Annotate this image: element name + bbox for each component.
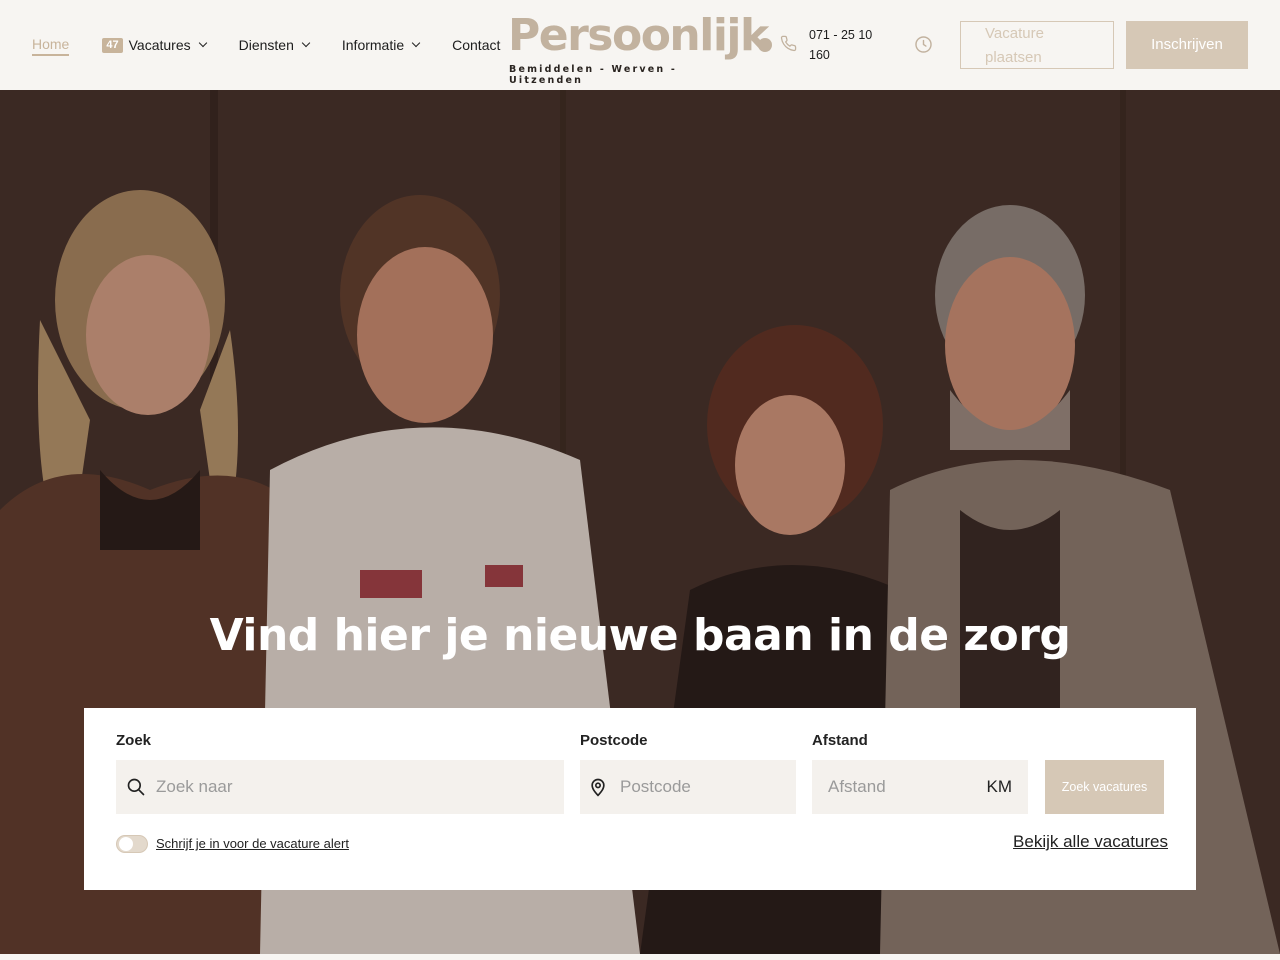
postcode-field[interactable] xyxy=(580,760,796,814)
query-field[interactable] xyxy=(116,760,564,814)
post-vacancy-button[interactable]: Vacature plaatsen xyxy=(960,21,1114,69)
chevron-down-icon xyxy=(198,38,207,48)
search-submit-button[interactable]: Zoek vacatures xyxy=(1045,760,1164,814)
vacancy-search-card: Zoek Postcode Afstand KM Zoek vacatures … xyxy=(84,708,1196,890)
nav-item-home[interactable]: Home xyxy=(32,34,70,56)
clock-icon xyxy=(915,36,932,53)
distance-input[interactable] xyxy=(828,777,987,797)
location-pin-icon xyxy=(591,778,605,797)
distance-label: Afstand xyxy=(812,732,868,749)
chevron-down-icon xyxy=(301,38,311,48)
postcode-label: Postcode xyxy=(580,732,648,749)
hero-title: Vind hier je nieuwe baan in de zorg xyxy=(209,610,1071,661)
search-input[interactable] xyxy=(156,777,564,797)
vacancy-alert-label[interactable]: Schrijf je in voor de vacature alert xyxy=(156,836,349,851)
logo-dot xyxy=(758,38,772,52)
bottom-strip xyxy=(0,954,1280,960)
nav-item-vacatures[interactable]: 47 Vacatures xyxy=(102,33,207,57)
site-header: Home 47 Vacatures Diensten Informatie Co… xyxy=(0,0,1280,90)
vacancy-count-badge: 47 xyxy=(102,37,123,53)
main-nav: Home 47 Vacatures Diensten Informatie Co… xyxy=(32,0,533,90)
view-all-vacancies-link[interactable]: Bekijk alle vacatures xyxy=(1013,832,1168,852)
phone-number: 071 - 25 10 160 xyxy=(809,28,873,62)
postcode-input[interactable] xyxy=(620,777,796,797)
nav-item-home-label: Home xyxy=(32,35,70,52)
nav-item-contact[interactable]: Contact xyxy=(452,33,500,57)
query-label: Zoek xyxy=(116,732,152,749)
nav-item-informatie[interactable]: Informatie xyxy=(341,33,421,57)
phone-contact[interactable]: 071 - 25 10 160 xyxy=(780,25,883,65)
logo-tagline: Bemiddelen - Werven - Uitzenden xyxy=(509,64,678,86)
register-button[interactable]: Inschrijven xyxy=(1126,21,1248,69)
nav-item-vacatures-label: Vacatures xyxy=(128,37,191,53)
toggle-knob xyxy=(119,837,133,851)
phone-icon xyxy=(780,35,797,52)
distance-unit: KM xyxy=(986,777,1013,796)
nav-item-contact-label: Contact xyxy=(452,37,501,53)
post-vacancy-label: Vacature plaatsen xyxy=(985,25,1044,66)
distance-field[interactable]: KM xyxy=(812,760,1028,814)
nav-item-informatie-label: Informatie xyxy=(341,37,405,53)
chevron-down-icon xyxy=(411,38,421,48)
site-logo[interactable]: Persoonlijk Bemiddelen - Werven - Uitzen… xyxy=(508,10,769,86)
search-icon xyxy=(127,778,145,796)
nav-item-diensten-label: Diensten xyxy=(238,37,294,53)
logo-wordmark: Persoonlijk xyxy=(508,10,769,61)
nav-item-diensten[interactable]: Diensten xyxy=(238,33,311,57)
vacancy-alert-toggle[interactable] xyxy=(116,835,148,853)
